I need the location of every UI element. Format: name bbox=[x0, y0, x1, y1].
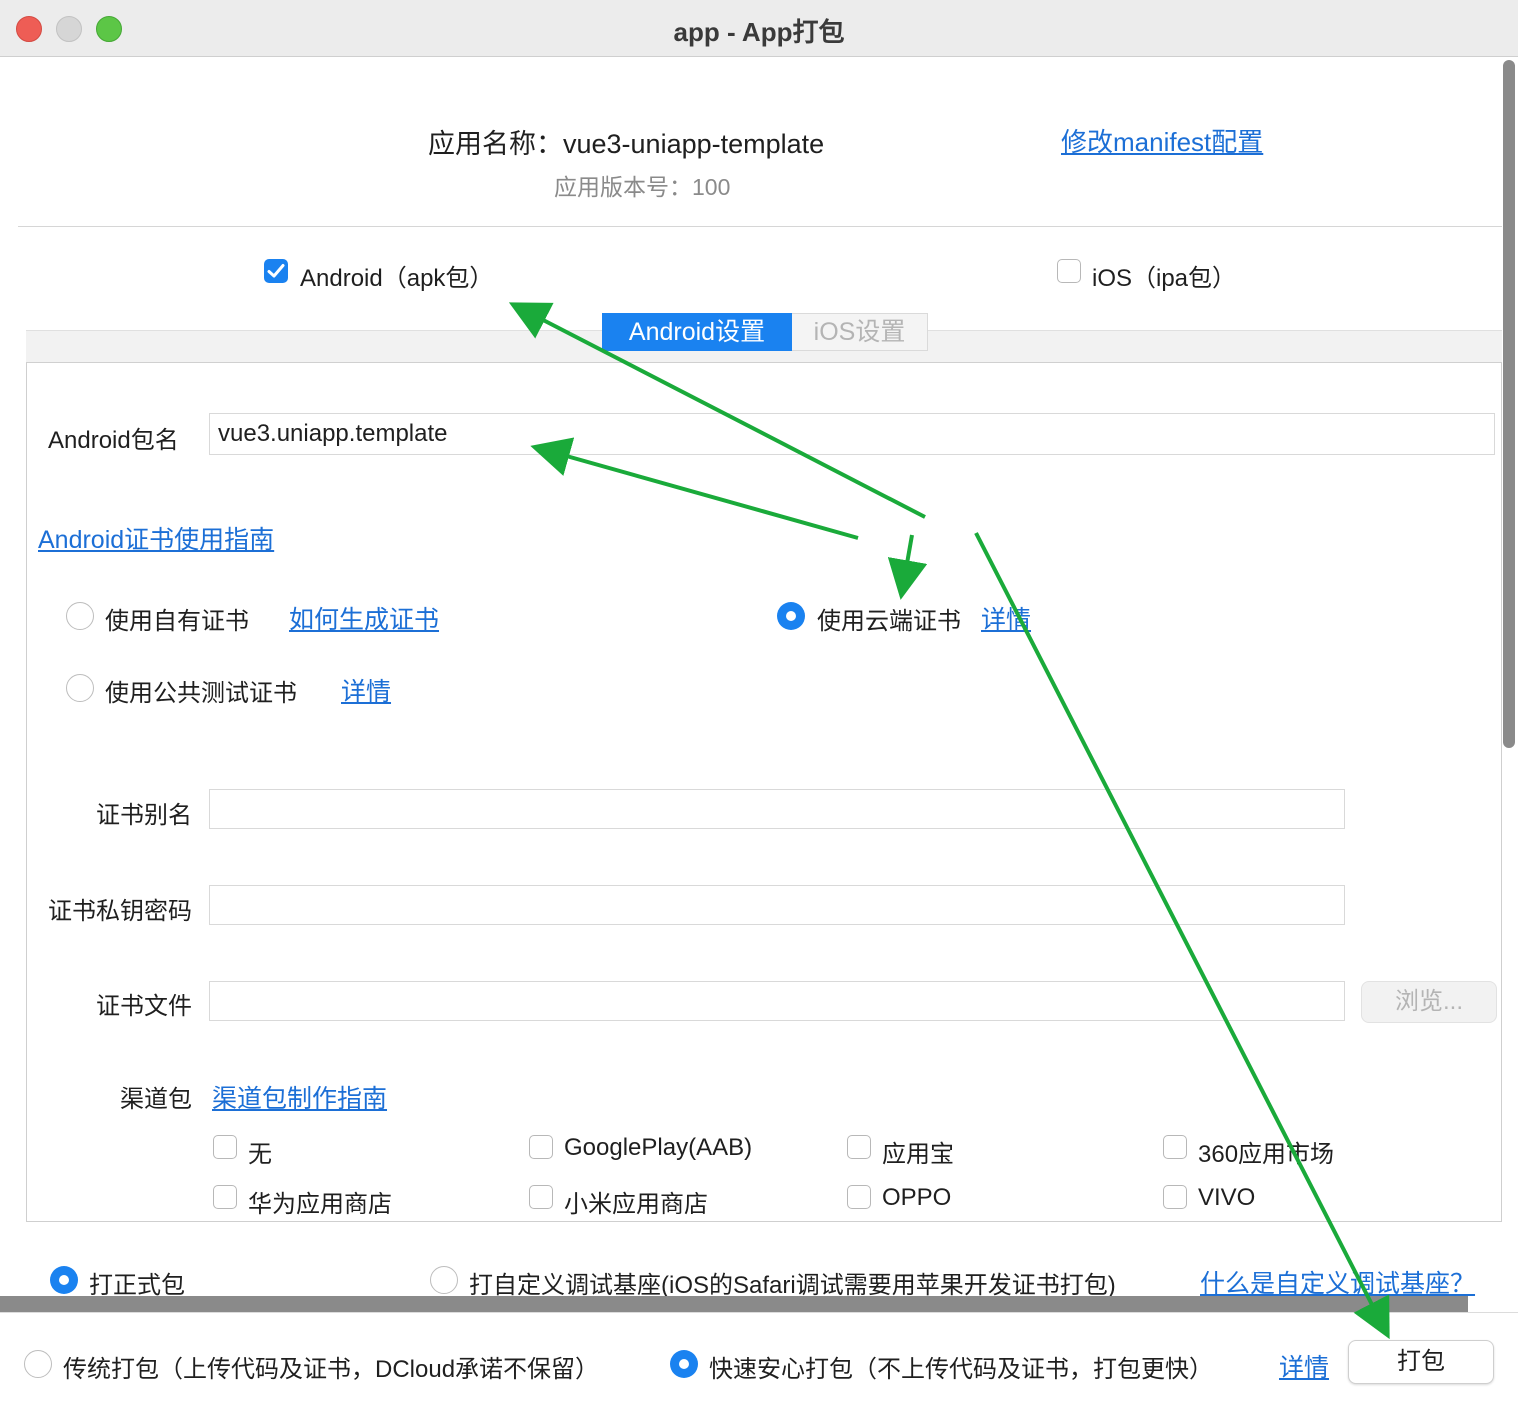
channel-none-label: 无 bbox=[248, 1141, 272, 1168]
cert-file-label: 证书文件 bbox=[96, 993, 192, 1020]
cert-alias-label: 证书别名 bbox=[96, 802, 192, 829]
tab-ios-settings[interactable]: iOS设置 bbox=[792, 313, 928, 351]
channel-yingyongbao-label: 应用宝 bbox=[882, 1141, 954, 1168]
browse-button[interactable]: 浏览... bbox=[1361, 981, 1497, 1023]
edit-manifest-link[interactable]: 修改manifest配置 bbox=[1061, 122, 1263, 159]
cloud-cert-radio[interactable] bbox=[777, 602, 805, 630]
how-to-generate-cert-link[interactable]: 如何生成证书 bbox=[289, 600, 439, 636]
cloud-cert-details-link[interactable]: 详情 bbox=[981, 600, 1031, 636]
cert-password-label: 证书私钥密码 bbox=[48, 898, 192, 925]
header-divider bbox=[18, 226, 1502, 227]
fast-pack-label: 快速安心打包（不上传代码及证书，打包更快） bbox=[709, 1356, 1213, 1383]
channel-xiaomi-checkbox[interactable] bbox=[529, 1185, 553, 1209]
release-build-label: 打正式包 bbox=[89, 1272, 185, 1299]
channel-guide-link[interactable]: 渠道包制作指南 bbox=[212, 1079, 387, 1115]
channel-googleplay-checkbox[interactable] bbox=[529, 1135, 553, 1159]
app-version: 应用版本号：100 bbox=[554, 174, 731, 200]
own-cert-radio[interactable] bbox=[66, 602, 94, 630]
window-title: app - App打包 bbox=[673, 17, 845, 47]
channel-huawei-checkbox[interactable] bbox=[213, 1185, 237, 1209]
app-name: 应用名称：vue3-uniapp-template bbox=[428, 129, 825, 159]
channel-yingyongbao-checkbox[interactable] bbox=[847, 1135, 871, 1159]
channel-oppo-label: OPPO bbox=[882, 1184, 952, 1211]
horizontal-scrollbar[interactable] bbox=[0, 1296, 1468, 1312]
cloud-cert-label: 使用云端证书 bbox=[817, 608, 961, 635]
custom-base-label: 打自定义调试基座(iOS的Safari调试需要用苹果开发证书打包) bbox=[469, 1272, 1116, 1299]
pack-button[interactable]: 打包 bbox=[1348, 1340, 1494, 1384]
pack-details-link[interactable]: 详情 bbox=[1279, 1348, 1329, 1384]
traditional-pack-label: 传统打包（上传代码及证书，DCloud承诺不保留） bbox=[63, 1356, 600, 1383]
channel-360-checkbox[interactable] bbox=[1163, 1135, 1187, 1159]
package-name-input[interactable] bbox=[210, 414, 1510, 454]
channel-360-label: 360应用市场 bbox=[1198, 1141, 1335, 1168]
cert-alias-input[interactable] bbox=[210, 790, 1360, 828]
channel-oppo-checkbox[interactable] bbox=[847, 1185, 871, 1209]
public-cert-details-link[interactable]: 详情 bbox=[341, 672, 391, 708]
cert-alias-field[interactable] bbox=[209, 789, 1360, 829]
channel-vivo-label: VIVO bbox=[1198, 1184, 1256, 1211]
custom-base-help-link[interactable]: 什么是自定义调试基座？ bbox=[1200, 1264, 1475, 1300]
cert-file-input[interactable] bbox=[210, 982, 1360, 1020]
public-cert-radio[interactable] bbox=[66, 674, 94, 702]
channel-googleplay-label: GooglePlay(AAB) bbox=[564, 1134, 753, 1161]
custom-base-radio[interactable] bbox=[430, 1266, 458, 1294]
traditional-pack-radio[interactable] bbox=[24, 1350, 52, 1378]
cert-file-field[interactable] bbox=[209, 981, 1360, 1021]
cert-password-input[interactable] bbox=[210, 886, 1360, 924]
channel-vivo-checkbox[interactable] bbox=[1163, 1185, 1187, 1209]
checkmark-icon bbox=[267, 264, 285, 278]
public-cert-label: 使用公共测试证书 bbox=[105, 680, 297, 707]
ios-platform-label: iOS（ipa包） bbox=[1092, 265, 1237, 292]
release-build-radio[interactable] bbox=[50, 1266, 78, 1294]
channel-huawei-label: 华为应用商店 bbox=[248, 1191, 392, 1218]
package-name-field[interactable] bbox=[209, 413, 1510, 455]
cert-guide-link[interactable]: Android证书使用指南 bbox=[38, 520, 274, 556]
channel-xiaomi-label: 小米应用商店 bbox=[564, 1191, 708, 1218]
own-cert-label: 使用自有证书 bbox=[105, 608, 249, 635]
cert-password-field[interactable] bbox=[209, 885, 1360, 925]
android-checkbox[interactable] bbox=[264, 259, 288, 283]
channel-label: 渠道包 bbox=[120, 1086, 192, 1113]
channel-none-checkbox[interactable] bbox=[213, 1135, 237, 1159]
package-name-label: Android包名 bbox=[48, 427, 179, 454]
ios-checkbox[interactable] bbox=[1057, 259, 1081, 283]
fast-pack-radio[interactable] bbox=[670, 1350, 698, 1378]
android-platform-label: Android（apk包） bbox=[300, 265, 494, 292]
vertical-scrollbar[interactable] bbox=[1503, 60, 1515, 748]
tab-android-settings[interactable]: Android设置 bbox=[602, 313, 792, 351]
